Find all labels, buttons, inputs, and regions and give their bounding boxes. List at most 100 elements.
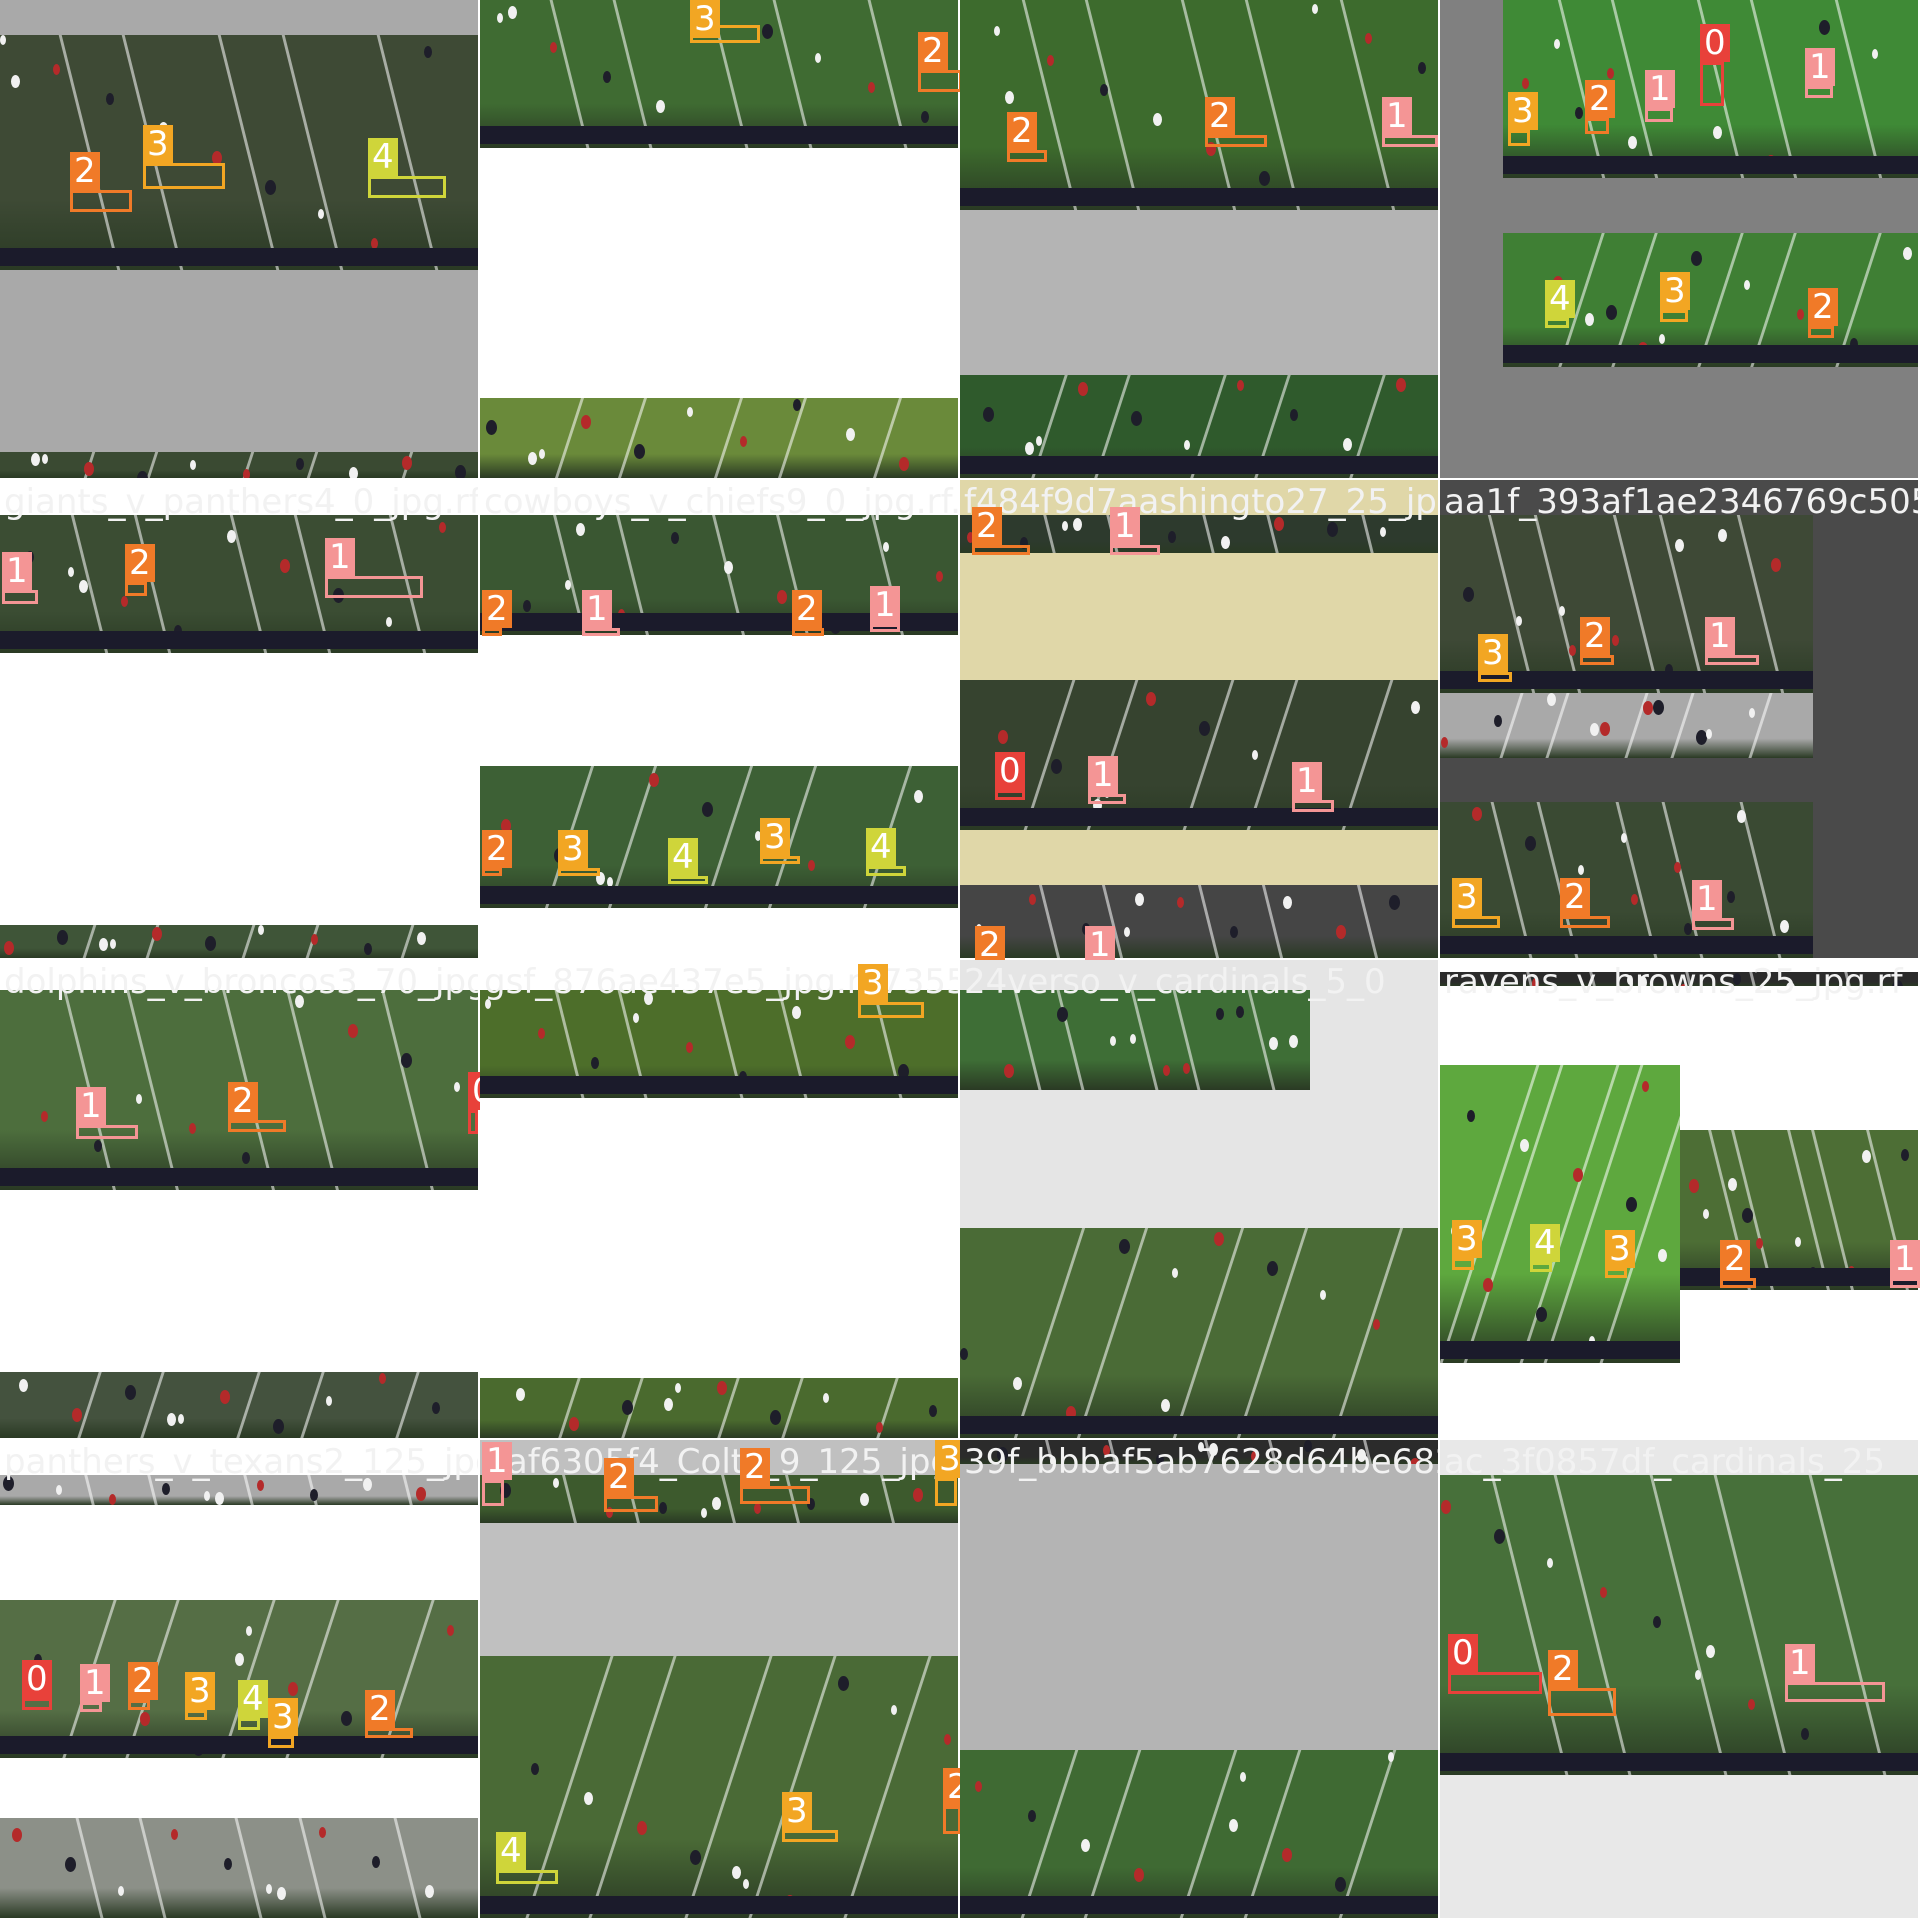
player-figure [1057, 1007, 1068, 1022]
detection-box-class-1 [1705, 655, 1759, 665]
player-figure [1100, 84, 1108, 96]
detection-class-label: 1 [870, 586, 900, 624]
detection-box-class-4 [1545, 318, 1569, 328]
player-figure [99, 938, 108, 951]
player-figure [701, 1508, 707, 1518]
detection-class-label: 1 [1805, 48, 1835, 86]
yard-line [1739, 802, 1782, 958]
detection-class-label: 1 [325, 538, 355, 576]
detection-box-class-0 [1448, 1672, 1542, 1694]
player-figure [1756, 1238, 1763, 1249]
yard-line [381, 990, 435, 1190]
yard-line [1810, 1130, 1854, 1290]
player-figure [205, 936, 216, 951]
player-figure [664, 1398, 673, 1411]
detection-box-class-3 [1452, 1258, 1474, 1270]
player-figure [1472, 807, 1482, 821]
player-figure [921, 111, 929, 123]
yard-line [1197, 885, 1220, 958]
player-figure [649, 773, 659, 787]
detection-box-class-3 [935, 1478, 957, 1506]
player-figure [401, 1053, 412, 1068]
yard-line [1490, 1475, 1569, 1775]
yard-line [147, 452, 159, 478]
player-figure [1520, 1139, 1529, 1152]
broadcast-scorebar [1680, 1268, 1918, 1286]
player-figure [1183, 1063, 1190, 1074]
detection-box-class-2 [1548, 1688, 1616, 1716]
player-figure [258, 925, 264, 935]
yard-line [140, 1372, 166, 1438]
player-figure [178, 1414, 184, 1424]
detection-box-class-1 [1088, 794, 1126, 804]
player-figure [983, 407, 994, 422]
player-figure [319, 1827, 326, 1838]
player-figure [1131, 411, 1142, 426]
field-photo [1440, 693, 1813, 758]
yard-line [1834, 0, 1883, 178]
player-figure [1289, 1035, 1298, 1048]
player-figure [975, 1781, 982, 1792]
player-figure [1744, 280, 1750, 290]
player-figure [603, 71, 611, 83]
player-figure [622, 1400, 633, 1415]
detection-box-class-1 [80, 1702, 102, 1712]
player-figure [349, 467, 358, 478]
detection-box-class-0 [468, 1110, 478, 1134]
player-figure [224, 1858, 232, 1870]
detection-box-class-2 [943, 1806, 961, 1834]
player-figure [1051, 759, 1062, 774]
player-figure [1005, 91, 1014, 104]
detection-box-class-1 [870, 624, 900, 632]
player-figure [1653, 700, 1664, 715]
player-figure [1312, 4, 1318, 14]
tile-filename: giants_v_panthers4_0_jpg.rf.d0 [4, 482, 478, 522]
player-figure [1134, 1868, 1144, 1882]
detection-class-label: 1 [1382, 97, 1412, 135]
player-figure [528, 452, 537, 465]
broadcast-scorebar [480, 886, 958, 904]
yard-line [1077, 1228, 1149, 1438]
player-figure [899, 457, 909, 471]
player-figure [539, 449, 545, 459]
player-figure [1749, 708, 1755, 718]
player-figure [310, 1489, 318, 1501]
tile-filename: ac_3f0857df_cardinals_25 [1444, 1442, 1885, 1482]
detection-class-label: 4 [866, 828, 896, 866]
detection-class-label: 1 [80, 1664, 110, 1702]
player-figure [1130, 1034, 1136, 1044]
player-figure [1797, 309, 1804, 320]
player-figure [1237, 380, 1244, 391]
player-figure [1559, 606, 1565, 616]
detection-class-label: 1 [1785, 1644, 1815, 1682]
player-figure [1146, 692, 1156, 706]
player-figure [1795, 1237, 1801, 1247]
player-figure [1335, 1877, 1346, 1892]
player-figure [1727, 891, 1735, 903]
detection-box-class-2 [125, 582, 147, 596]
player-figure [770, 1410, 781, 1425]
detection-class-label: 1 [1292, 762, 1322, 800]
player-figure [1124, 927, 1130, 937]
player-figure [793, 399, 801, 411]
detection-box-class-1 [1110, 545, 1160, 555]
player-figure [659, 1502, 667, 1514]
player-figure [576, 523, 585, 536]
detection-box-class-4 [496, 1870, 558, 1884]
detection-class-label: 2 [482, 830, 512, 868]
player-figure [204, 1491, 210, 1501]
player-figure [1547, 693, 1556, 706]
player-figure [1659, 334, 1665, 344]
detection-class-label: 2 [228, 1082, 258, 1120]
detection-box-class-2 [1808, 326, 1834, 338]
player-figure [1336, 925, 1346, 939]
tile-filename: ravens_v_browns_25_jpg.rf [1444, 962, 1903, 1002]
yard-line [1519, 1065, 1620, 1363]
detection-class-label: 1 [1692, 880, 1722, 918]
player-figure [914, 790, 923, 803]
player-figure [1283, 896, 1292, 909]
player-figure [72, 1408, 82, 1422]
player-figure [868, 82, 875, 93]
player-figure [1737, 810, 1746, 823]
player-figure [913, 1488, 923, 1502]
